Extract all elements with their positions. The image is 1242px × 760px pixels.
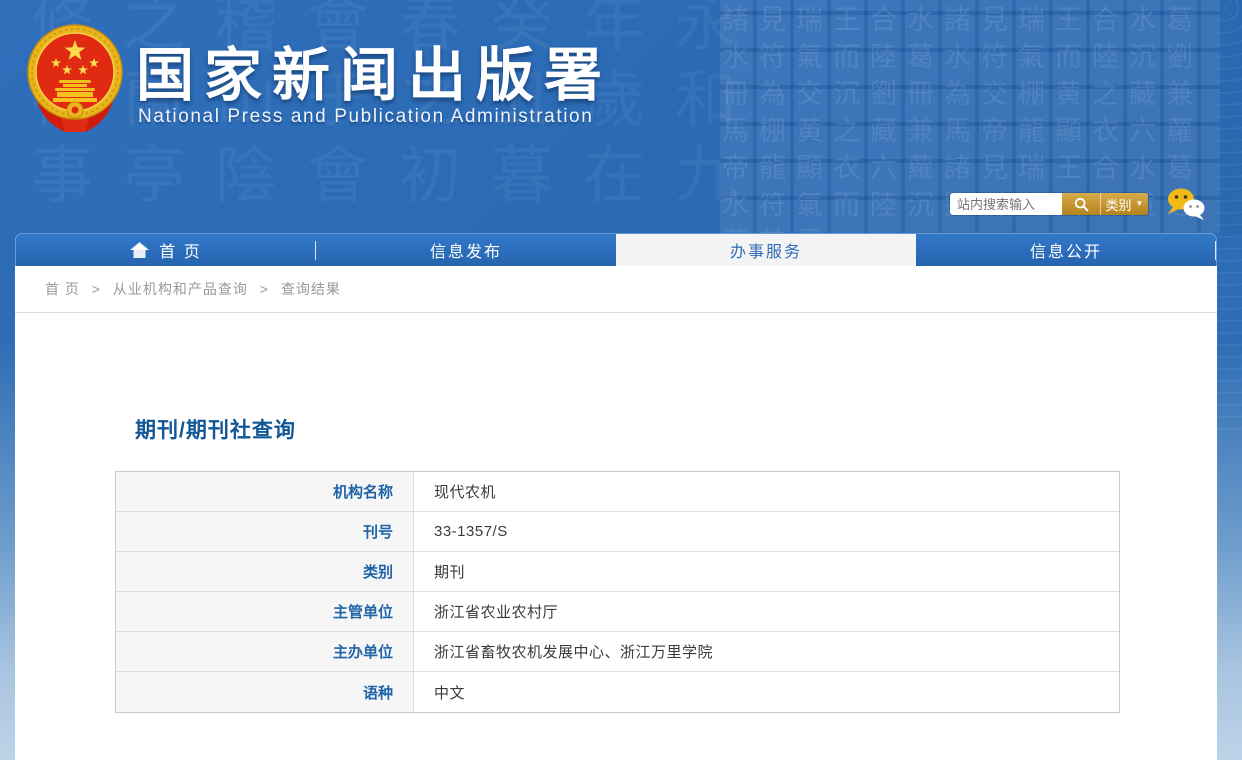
magnifier-icon <box>1074 197 1088 211</box>
section-title: 期刊/期刊社查询 <box>135 419 296 442</box>
breadcrumb-separator: > <box>91 281 101 297</box>
site-title: 国家新闻出版署 <box>136 43 613 108</box>
row-value: 33-1357/S <box>434 523 508 540</box>
table-row: 主管单位 浙江省农业农村厅 <box>116 592 1119 632</box>
national-emblem-logo[interactable] <box>25 22 125 138</box>
table-row: 主办单位 浙江省畜牧农机发展中心、浙江万里学院 <box>116 632 1119 672</box>
row-label: 主管单位 <box>116 592 414 631</box>
breadcrumb: 首 页 > 从业机构和产品查询 > 查询结果 <box>15 266 1217 313</box>
row-value: 浙江省农业农村厅 <box>434 604 559 621</box>
page: 永和九年歲在癸丑暮春之初會于會稽山陰之蘭亭修禊事也群賢畢至少長咸集此地有崇山峻嶺… <box>0 0 1242 760</box>
nav-item-news[interactable]: 信息发布 <box>316 234 616 266</box>
table-row: 刊号 33-1357/S <box>116 512 1119 552</box>
breadcrumb-separator: > <box>259 281 269 297</box>
row-value: 现代农机 <box>434 484 497 501</box>
row-value: 浙江省畜牧农机发展中心、浙江万里学院 <box>434 644 714 661</box>
site-title-english: National Press and Publication Administr… <box>138 106 594 127</box>
chevron-down-icon: ▼ <box>1135 199 1144 208</box>
nav-item-label: 信息发布 <box>429 244 502 261</box>
nav-item-label: 首 页 <box>159 244 202 261</box>
result-table: 机构名称 现代农机 刊号 33-1357/S 类别 期刊 主管单位 浙江省农业农… <box>115 471 1120 713</box>
breadcrumb-item-result: 查询结果 <box>280 281 341 297</box>
main-nav: 首 页 信息发布 办事服务 信息公开 <box>15 233 1217 266</box>
breadcrumb-item-query[interactable]: 从业机构和产品查询 <box>113 281 248 297</box>
breadcrumb-item-home[interactable]: 首 页 <box>45 281 80 297</box>
table-row: 机构名称 现代农机 <box>116 472 1119 512</box>
row-label: 语种 <box>116 672 414 712</box>
table-row: 语种 中文 <box>116 672 1119 712</box>
row-label: 刊号 <box>116 512 414 551</box>
home-icon <box>130 242 150 258</box>
background-texture-right <box>1217 0 1242 430</box>
row-label: 类别 <box>116 552 414 591</box>
category-dropdown[interactable]: 类别 ▼ <box>1100 193 1148 215</box>
nav-item-home[interactable]: 首 页 <box>16 234 316 266</box>
category-label: 类别 <box>1105 197 1132 213</box>
nav-item-disclosure[interactable]: 信息公开 <box>916 234 1216 266</box>
site-header: 永和九年歲在癸丑暮春之初會于會稽山陰之蘭亭修禊事也群賢畢至少長咸集此地有崇山峻嶺… <box>0 0 1242 233</box>
nav-item-label: 办事服务 <box>729 244 802 261</box>
site-search: 类别 ▼ <box>950 193 1148 215</box>
row-label: 主办单位 <box>116 632 414 671</box>
national-emblem-icon <box>27 24 123 132</box>
row-value: 期刊 <box>434 564 466 581</box>
row-value: 中文 <box>434 684 466 702</box>
row-label: 机构名称 <box>116 472 414 511</box>
wechat-icon[interactable] <box>1166 187 1206 221</box>
main-content: 首 页 > 从业机构和产品查询 > 查询结果 期刊/期刊社查询 机构名称 现代农… <box>15 266 1217 760</box>
search-button[interactable] <box>1062 193 1100 215</box>
table-row: 类别 期刊 <box>116 552 1119 592</box>
nav-item-label: 信息公开 <box>1029 244 1102 261</box>
search-input[interactable] <box>950 193 1062 215</box>
nav-item-services[interactable]: 办事服务 <box>616 234 916 266</box>
